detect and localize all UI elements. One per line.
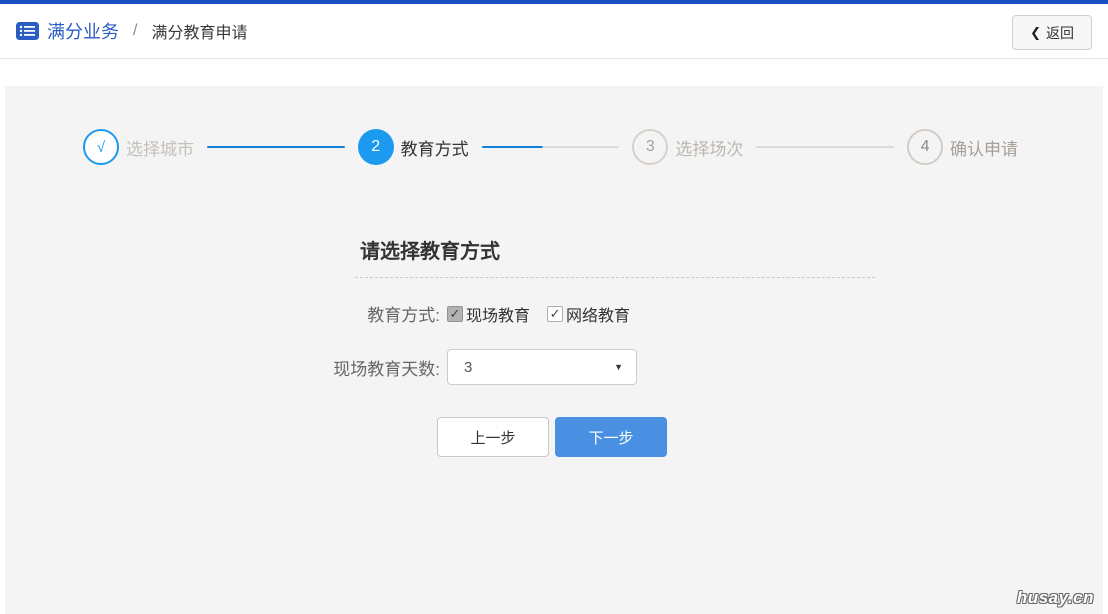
- stepper-connector-2: [482, 146, 620, 148]
- step-education-method: 2 教育方式: [358, 129, 469, 165]
- onsite-days-select[interactable]: 3 ▼: [447, 349, 637, 385]
- step-select-session: 3 选择场次: [632, 129, 743, 165]
- education-method-form: 请选择教育方式 教育方式: ✓ 现场教育 ✓ 网络教育 现场教育天数: 3 ▼: [264, 235, 844, 457]
- back-button-label: 返回: [1046, 23, 1074, 43]
- step-2-circle: 2: [358, 129, 394, 165]
- form-title: 请选择教育方式: [360, 235, 844, 264]
- dashed-divider: [355, 277, 875, 278]
- step-select-city: √ 选择城市: [83, 129, 194, 165]
- content-panel: √ 选择城市 2 教育方式 3 选择场次 4 确认申请 请选择教育方式 教育方式…: [5, 86, 1103, 614]
- list-icon: [16, 22, 39, 40]
- education-method-options: ✓ 现场教育 ✓ 网络教育: [447, 302, 630, 326]
- stepper-connector-3: [756, 146, 894, 148]
- dropdown-arrow-icon: ▼: [614, 362, 623, 372]
- step-4-circle: 4: [907, 129, 943, 165]
- step-1-circle: √: [83, 129, 119, 165]
- checkbox-checked-disabled-icon[interactable]: ✓: [447, 306, 463, 322]
- wizard-buttons: 上一步 下一步: [437, 417, 844, 457]
- chevron-left-icon: ❮: [1030, 25, 1041, 41]
- education-method-row: 教育方式: ✓ 现场教育 ✓ 网络教育: [264, 301, 844, 326]
- header: 满分业务 / 满分教育申请 ❮ 返回: [0, 4, 1108, 59]
- checkbox-online-education[interactable]: ✓ 网络教育: [547, 302, 630, 326]
- previous-step-button[interactable]: 上一步: [437, 417, 549, 457]
- breadcrumb: 满分业务 / 满分教育申请: [16, 18, 247, 44]
- step-4-label: 确认申请: [950, 135, 1018, 160]
- next-step-button[interactable]: 下一步: [555, 417, 667, 457]
- breadcrumb-current: 满分教育申请: [151, 19, 247, 43]
- checkbox-online-label: 网络教育: [566, 302, 630, 326]
- checkbox-checked-icon[interactable]: ✓: [547, 306, 563, 322]
- step-3-circle: 3: [632, 129, 668, 165]
- step-3-label: 选择场次: [675, 135, 743, 160]
- breadcrumb-separator: /: [133, 22, 137, 40]
- watermark: husay.cn: [1017, 588, 1094, 608]
- education-method-label: 教育方式:: [264, 301, 440, 326]
- stepper-connector-1: [207, 146, 345, 148]
- onsite-days-controls: 3 ▼: [447, 349, 637, 385]
- brand-title[interactable]: 满分业务: [47, 18, 119, 44]
- onsite-days-label: 现场教育天数:: [264, 355, 440, 380]
- stepper: √ 选择城市 2 教育方式 3 选择场次 4 确认申请: [5, 86, 1103, 165]
- checkbox-onsite-education[interactable]: ✓ 现场教育: [447, 302, 530, 326]
- onsite-days-row: 现场教育天数: 3 ▼: [264, 349, 844, 385]
- step-1-label: 选择城市: [126, 135, 194, 160]
- back-button[interactable]: ❮ 返回: [1012, 15, 1092, 50]
- onsite-days-value: 3: [464, 359, 472, 376]
- step-confirm-application: 4 确认申请: [907, 129, 1018, 165]
- checkbox-onsite-label: 现场教育: [466, 302, 530, 326]
- step-2-label: 教育方式: [401, 135, 469, 160]
